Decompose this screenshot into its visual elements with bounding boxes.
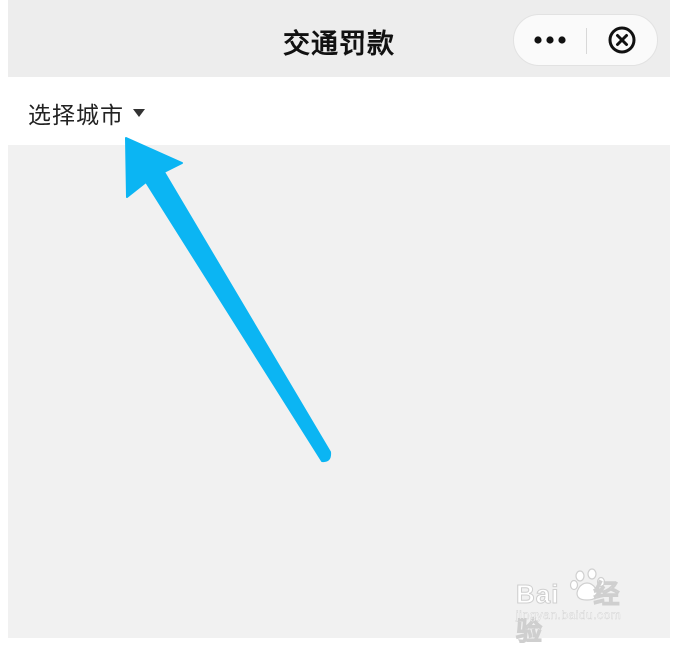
caret-down-icon [133,109,145,117]
watermark-brand-left: Bai [515,579,560,610]
more-dots-icon [534,36,566,44]
more-button[interactable] [514,15,586,65]
city-filter-bar: 选择城市 [8,77,670,145]
navigation-bar: 交通罚款 [8,0,670,77]
close-button[interactable] [586,15,658,65]
city-selector-label: 选择城市 [28,103,124,129]
watermark-url: jingyan.baidu.com [516,608,622,622]
circle-close-icon [608,26,636,54]
mini-program-screen: 交通罚款 选择城市 [8,0,670,638]
city-selector[interactable]: 选择城市 [28,96,145,130]
baidu-jingyan-watermark: Bai 经验 jingyan.baidu.com [515,566,646,647]
capsule-menu [513,14,658,66]
